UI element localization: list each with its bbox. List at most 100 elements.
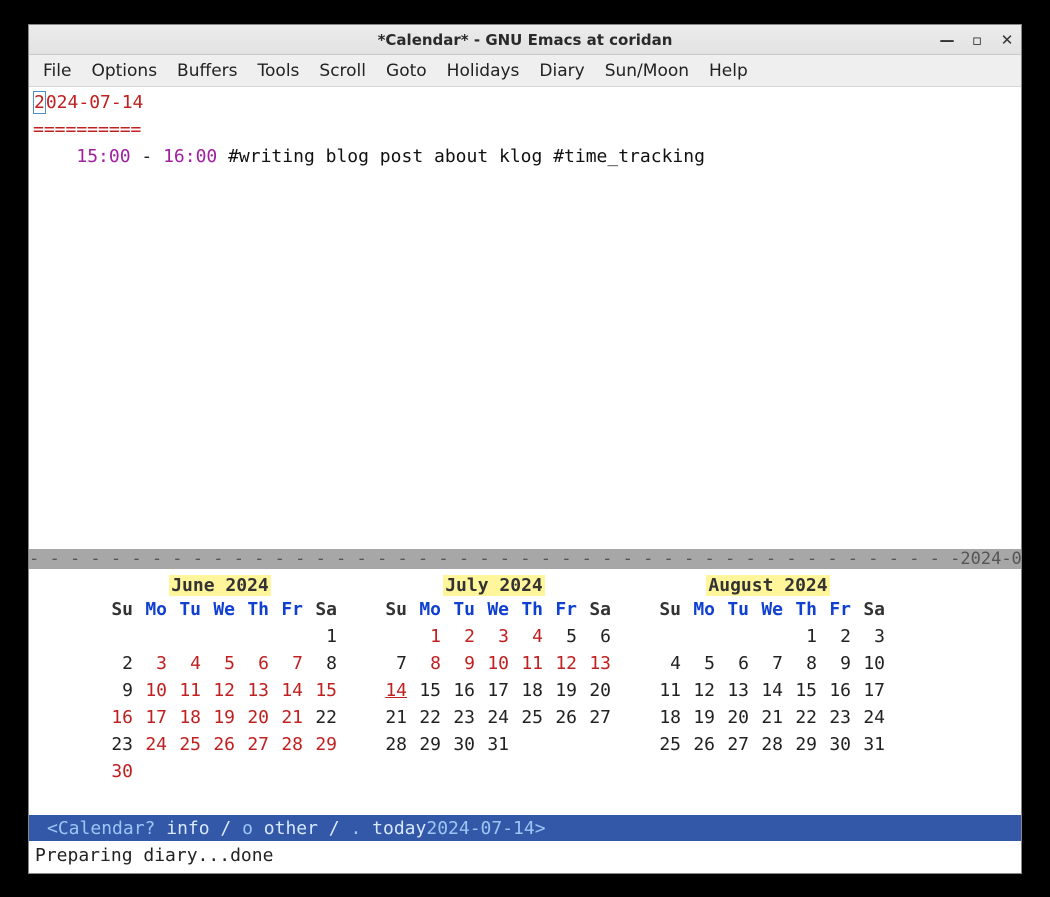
- menu-buffers[interactable]: Buffers: [167, 57, 247, 85]
- calendar-day[interactable]: 22: [409, 704, 443, 731]
- calendar-day[interactable]: 24: [477, 704, 511, 731]
- calendar-day[interactable]: 24: [853, 704, 887, 731]
- calendar-area[interactable]: June 2024SuMoTuWeThFrSa12345678910111213…: [29, 569, 1021, 815]
- calendar-day[interactable]: 12: [545, 650, 579, 677]
- calendar-day[interactable]: 24: [135, 731, 169, 758]
- calendar-day[interactable]: 27: [579, 704, 613, 731]
- close-icon[interactable]: ✕: [999, 32, 1015, 48]
- calendar-day[interactable]: 17: [135, 704, 169, 731]
- calendar-day[interactable]: 23: [819, 704, 853, 731]
- calendar-day[interactable]: 2: [443, 623, 477, 650]
- calendar-day[interactable]: 14: [751, 677, 785, 704]
- calendar-day[interactable]: 6: [579, 623, 613, 650]
- calendar-day[interactable]: 12: [203, 677, 237, 704]
- calendar-day[interactable]: 5: [545, 623, 579, 650]
- calendar-day[interactable]: 29: [305, 731, 339, 758]
- calendar-day[interactable]: 20: [579, 677, 613, 704]
- calendar-day[interactable]: 4: [169, 650, 203, 677]
- calendar-day[interactable]: 25: [649, 731, 683, 758]
- calendar-day[interactable]: 20: [237, 704, 271, 731]
- calendar-day[interactable]: 28: [375, 731, 409, 758]
- hint-key-today[interactable]: .: [350, 818, 361, 839]
- calendar-day[interactable]: 11: [169, 677, 203, 704]
- calendar-day[interactable]: 22: [785, 704, 819, 731]
- calendar-day[interactable]: 30: [101, 758, 135, 785]
- calendar-day[interactable]: 10: [135, 677, 169, 704]
- calendar-day[interactable]: 28: [271, 731, 305, 758]
- calendar-day[interactable]: 15: [409, 677, 443, 704]
- calendar-day[interactable]: 6: [237, 650, 271, 677]
- calendar-day[interactable]: 1: [409, 623, 443, 650]
- menu-diary[interactable]: Diary: [529, 57, 594, 85]
- calendar-day[interactable]: 23: [101, 731, 135, 758]
- calendar-day[interactable]: 9: [819, 650, 853, 677]
- calendar-day[interactable]: 16: [819, 677, 853, 704]
- calendar-day[interactable]: 18: [649, 704, 683, 731]
- calendar-day[interactable]: 9: [443, 650, 477, 677]
- calendar-day[interactable]: 18: [511, 677, 545, 704]
- calendar-day[interactable]: 1: [785, 623, 819, 650]
- calendar-day[interactable]: 27: [237, 731, 271, 758]
- calendar-day[interactable]: 5: [203, 650, 237, 677]
- menu-help[interactable]: Help: [699, 57, 758, 85]
- calendar-day[interactable]: 30: [819, 731, 853, 758]
- menu-file[interactable]: File: [33, 57, 81, 85]
- calendar-day[interactable]: 19: [545, 677, 579, 704]
- calendar-day[interactable]: 29: [409, 731, 443, 758]
- calendar-day[interactable]: 4: [511, 623, 545, 650]
- calendar-day[interactable]: 2: [819, 623, 853, 650]
- calendar-day[interactable]: 30: [443, 731, 477, 758]
- menu-scroll[interactable]: Scroll: [309, 57, 376, 85]
- calendar-day[interactable]: 20: [717, 704, 751, 731]
- calendar-day[interactable]: 23: [443, 704, 477, 731]
- diary-buffer[interactable]: 2024-07-14 ========== 15:00 - 16:00 #wri…: [29, 87, 1021, 549]
- calendar-day[interactable]: 17: [853, 677, 887, 704]
- calendar-day[interactable]: 13: [579, 650, 613, 677]
- calendar-day[interactable]: 5: [683, 650, 717, 677]
- calendar-day[interactable]: 28: [751, 731, 785, 758]
- calendar-day[interactable]: 8: [785, 650, 819, 677]
- calendar-day[interactable]: 13: [717, 677, 751, 704]
- hint-key-info[interactable]: ?: [145, 818, 156, 839]
- calendar-day[interactable]: 1: [305, 623, 339, 650]
- menu-tools[interactable]: Tools: [248, 57, 310, 85]
- calendar-day[interactable]: 21: [751, 704, 785, 731]
- prev-month-button[interactable]: <: [47, 818, 58, 839]
- calendar-day[interactable]: 14: [271, 677, 305, 704]
- calendar-day[interactable]: 26: [545, 704, 579, 731]
- calendar-day[interactable]: 6: [717, 650, 751, 677]
- calendar-day[interactable]: 29: [785, 731, 819, 758]
- calendar-day[interactable]: 16: [443, 677, 477, 704]
- calendar-day[interactable]: 26: [683, 731, 717, 758]
- calendar-day[interactable]: 21: [271, 704, 305, 731]
- calendar-day[interactable]: 19: [203, 704, 237, 731]
- menu-sunmoon[interactable]: Sun/Moon: [595, 57, 699, 85]
- calendar-day[interactable]: 9: [101, 677, 135, 704]
- calendar-day[interactable]: 10: [853, 650, 887, 677]
- calendar-day[interactable]: 21: [375, 704, 409, 731]
- calendar-day[interactable]: 3: [135, 650, 169, 677]
- hint-key-other[interactable]: o: [242, 818, 253, 839]
- calendar-day[interactable]: 4: [649, 650, 683, 677]
- calendar-day[interactable]: 10: [477, 650, 511, 677]
- calendar-day[interactable]: 11: [649, 677, 683, 704]
- calendar-day[interactable]: 25: [169, 731, 203, 758]
- calendar-day[interactable]: 31: [853, 731, 887, 758]
- calendar-day[interactable]: 16: [101, 704, 135, 731]
- calendar-day[interactable]: 15: [785, 677, 819, 704]
- calendar-day[interactable]: 15: [305, 677, 339, 704]
- calendar-day[interactable]: 22: [305, 704, 339, 731]
- calendar-day[interactable]: 3: [853, 623, 887, 650]
- calendar-day[interactable]: 26: [203, 731, 237, 758]
- calendar-day[interactable]: 7: [375, 650, 409, 677]
- calendar-day[interactable]: 8: [305, 650, 339, 677]
- calendar-day[interactable]: 27: [717, 731, 751, 758]
- calendar-day[interactable]: 11: [511, 650, 545, 677]
- calendar-day[interactable]: 3: [477, 623, 511, 650]
- calendar-day[interactable]: 17: [477, 677, 511, 704]
- minibuffer[interactable]: Preparing diary...done: [29, 841, 1021, 871]
- calendar-day[interactable]: 25: [511, 704, 545, 731]
- calendar-day[interactable]: 13: [237, 677, 271, 704]
- calendar-day[interactable]: 7: [751, 650, 785, 677]
- calendar-day[interactable]: 2: [101, 650, 135, 677]
